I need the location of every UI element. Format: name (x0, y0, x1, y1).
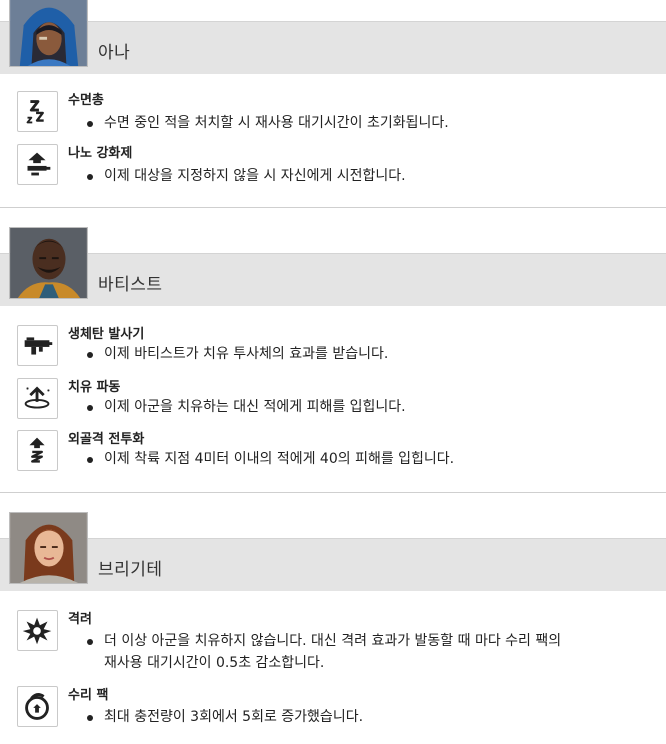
ability-description: 이제 대상을 지정하지 않을 시 자신에게 시전합니다. (104, 168, 406, 184)
ability-description: 최대 충전량이 3회에서 5회로 증가했습니다. (104, 709, 364, 725)
sleep-dart-icon (17, 91, 58, 132)
regenerative-burst-icon (17, 378, 58, 419)
ability-description: 이제 아군을 치유하는 대신 적에게 피해를 입힙니다. (104, 399, 406, 415)
bullet (87, 715, 93, 721)
ability-description: 이제 착륙 지점 4미터 이내의 적에게 40의 피해를 입힙니다. (104, 451, 455, 467)
ability-title: 격려 (68, 612, 92, 627)
ability-description: 더 이상 아군을 치유하지 않습니다. 대신 격려 효과가 발동할 때 마다 수… (104, 633, 562, 649)
hero-name: 바티스트 (98, 275, 163, 295)
bullet (87, 174, 93, 180)
inspire-icon (17, 610, 58, 651)
brigitte-portrait (9, 512, 88, 584)
repair-pack-icon (17, 686, 58, 727)
ability-title: 나노 강화제 (68, 146, 133, 161)
bullet (87, 639, 93, 645)
baptiste-portrait (9, 227, 88, 299)
ability-title: 치유 파동 (68, 380, 121, 395)
nano-boost-icon (17, 144, 58, 185)
bullet (87, 121, 93, 127)
ability-title: 수면총 (68, 93, 104, 108)
exo-boots-icon (17, 430, 58, 471)
section-divider (0, 207, 666, 208)
hero-name: 아나 (98, 43, 131, 63)
ability-description-continued: 재사용 대기시간이 0.5초 감소합니다. (104, 655, 325, 671)
bullet (87, 352, 93, 358)
hero-name: 브리기테 (98, 560, 163, 580)
section-divider (0, 492, 666, 493)
ability-title: 수리 팩 (68, 688, 109, 703)
ability-title: 외골격 전투화 (68, 432, 145, 447)
ability-description: 수면 중인 적을 처치할 시 재사용 대기시간이 초기화됩니다. (104, 115, 449, 131)
ability-description: 이제 바티스트가 치유 투사체의 효과를 받습니다. (104, 346, 389, 362)
biotic-launcher-icon (17, 325, 58, 366)
bullet (87, 405, 93, 411)
bullet (87, 457, 93, 463)
ability-title: 생체탄 발사기 (68, 327, 145, 342)
ana-portrait (9, 0, 88, 67)
